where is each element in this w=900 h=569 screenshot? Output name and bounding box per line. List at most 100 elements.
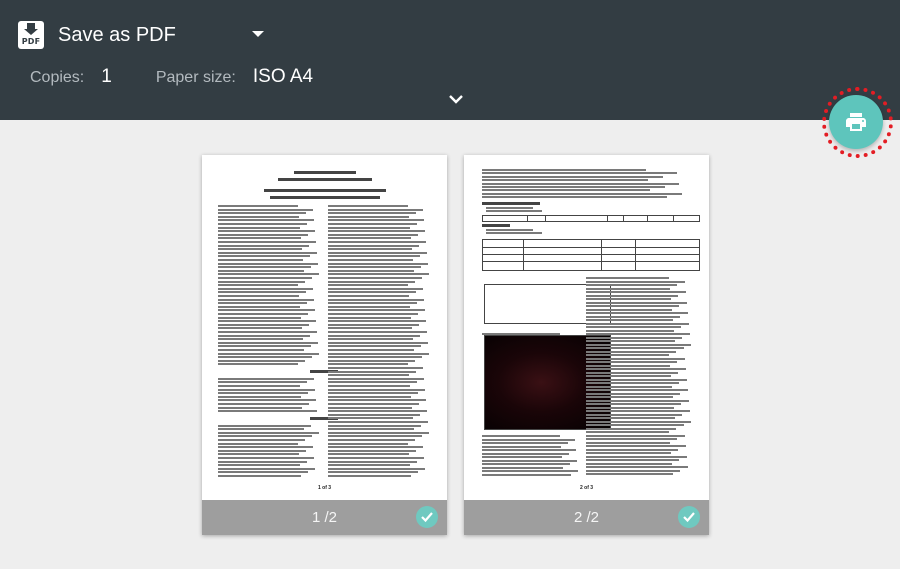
pdf-icon-text: PDF (21, 37, 41, 46)
text-line (218, 331, 317, 333)
text-line (586, 287, 670, 290)
text-line (586, 336, 683, 339)
text-line (486, 210, 542, 213)
dropdown-caret-icon[interactable] (252, 31, 264, 37)
text-line (328, 269, 414, 272)
text-line (328, 323, 419, 326)
text-line (218, 334, 310, 337)
text-line (218, 460, 307, 463)
page-footer: 2 /2 (464, 500, 709, 535)
text-line (218, 223, 307, 225)
text-line (328, 251, 427, 254)
text-line (218, 471, 308, 474)
text-line (328, 273, 429, 276)
text-line (586, 357, 685, 360)
text-line (328, 374, 409, 377)
text-line (218, 385, 300, 387)
text-line (328, 233, 418, 236)
text-line (218, 298, 314, 301)
text-line (586, 389, 688, 391)
text-line (586, 378, 687, 381)
text-line (328, 205, 408, 207)
text-line (586, 399, 689, 402)
text-line (328, 388, 425, 391)
copies-value[interactable]: 1 (101, 66, 112, 88)
text-line (586, 354, 669, 356)
text-line (328, 309, 425, 312)
text-line (328, 475, 411, 477)
text-line (328, 377, 424, 380)
text-line (218, 266, 311, 269)
text-line (218, 309, 315, 312)
text-line (328, 215, 409, 218)
text-line (328, 359, 415, 362)
text-line (586, 315, 681, 318)
text-line (586, 396, 673, 398)
text-line (328, 327, 412, 330)
text-line (586, 312, 688, 314)
paper-size-value[interactable]: ISO A4 (253, 66, 313, 88)
text-line (218, 259, 303, 261)
text-line (218, 428, 304, 431)
text-line (586, 329, 674, 332)
text-line (328, 446, 423, 449)
text-line (328, 287, 423, 290)
text-line (586, 427, 677, 430)
text-line (218, 446, 313, 449)
text-line (328, 338, 413, 341)
text-line (586, 459, 680, 461)
text-line (482, 179, 648, 182)
paper-size-label: Paper size: (155, 69, 236, 86)
text-line (218, 431, 319, 434)
text-line (328, 345, 421, 348)
text-line (328, 457, 424, 459)
text-line (328, 226, 410, 229)
text-line (328, 280, 415, 283)
text-line (328, 334, 420, 337)
text-line (328, 284, 408, 287)
check-circle-icon[interactable] (678, 506, 700, 528)
text-line (586, 466, 688, 468)
pdf-download-icon: PDF (18, 21, 44, 49)
text-line (328, 291, 416, 294)
text-line (586, 385, 672, 388)
text-line (218, 410, 317, 413)
text-line (328, 424, 421, 427)
text-line (586, 308, 672, 311)
text-line (328, 467, 425, 470)
text-line (218, 349, 304, 351)
text-line (328, 410, 427, 413)
text-line (482, 459, 577, 462)
text-line (586, 343, 691, 346)
text-line (218, 295, 299, 297)
text-line (586, 438, 678, 440)
page-number-label: 1 /2 (311, 509, 338, 526)
text-line (218, 287, 313, 290)
text-line (328, 237, 411, 240)
text-line (218, 302, 307, 305)
text-line (328, 406, 412, 409)
destination-selector[interactable]: PDF Save as PDF (18, 20, 176, 50)
check-circle-icon[interactable] (416, 506, 438, 528)
text-line (586, 382, 680, 384)
text-line (328, 370, 416, 373)
text-line (328, 241, 426, 243)
page-preview-1[interactable]: 1 of 3 1 /2 (202, 155, 447, 535)
print-button[interactable] (829, 95, 883, 149)
text-line (586, 364, 670, 367)
chevron-down-icon[interactable] (447, 92, 465, 106)
text-line (218, 439, 305, 441)
page-2-content (464, 155, 709, 500)
text-line (218, 305, 300, 308)
page-preview-2[interactable]: 2 of 3 2 /2 (464, 155, 709, 535)
text-line (586, 305, 680, 307)
signature-box (484, 284, 611, 324)
text-line (218, 435, 312, 438)
text-line (586, 291, 686, 293)
text-line (328, 212, 416, 215)
text-line (486, 207, 533, 209)
doc-page-footer: 2 of 3 (579, 485, 594, 491)
text-line (328, 385, 410, 387)
text-line (328, 298, 424, 301)
text-line (586, 469, 681, 472)
